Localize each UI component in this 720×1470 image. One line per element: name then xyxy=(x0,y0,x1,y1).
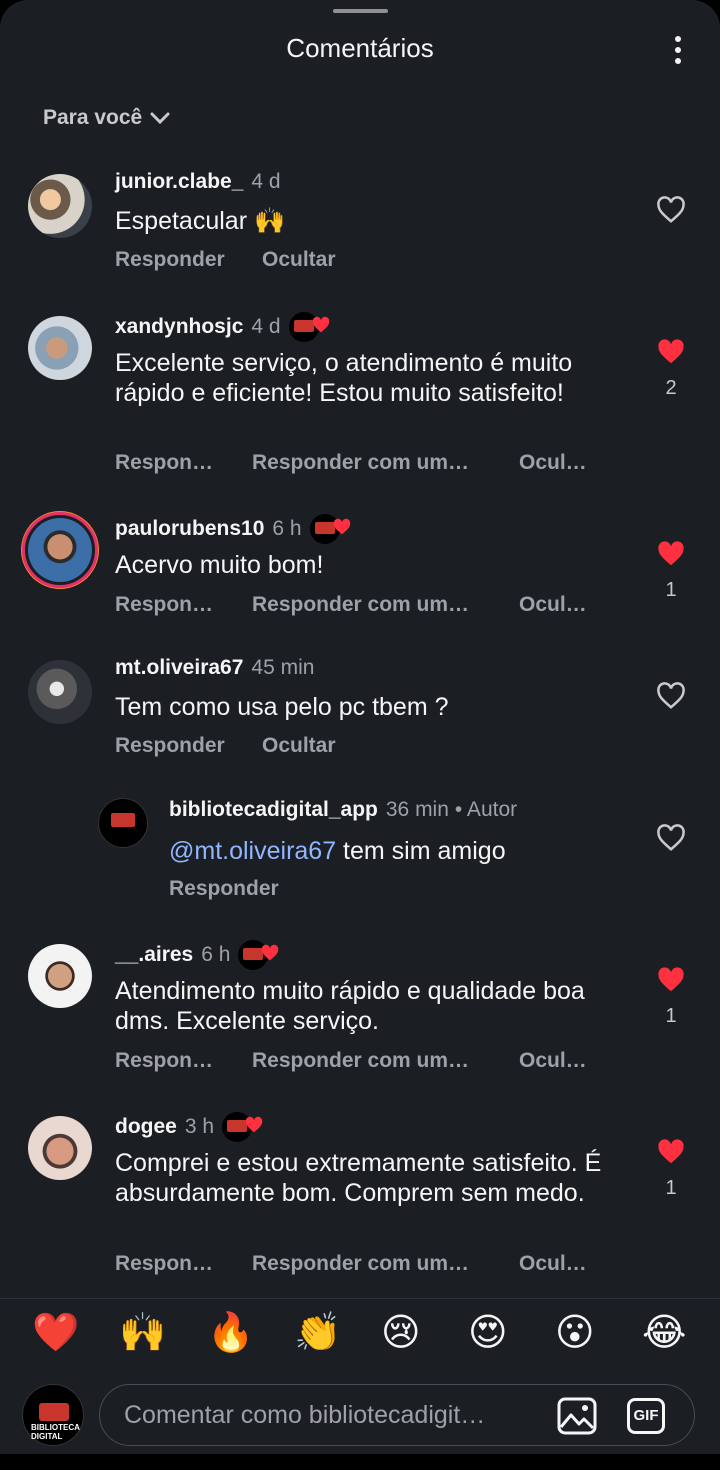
like-button[interactable]: 1 xyxy=(651,540,691,602)
like-button[interactable]: 2 xyxy=(651,338,691,400)
like-button[interactable] xyxy=(651,682,691,715)
hide-button[interactable]: Ocul… xyxy=(519,1049,587,1073)
timestamp: 4 d xyxy=(251,315,281,338)
comment-text: Espetacular 🙌 xyxy=(115,207,286,235)
heart-filled-icon xyxy=(658,1139,684,1164)
liked-by-creator-badge xyxy=(222,1112,270,1142)
heart-icon xyxy=(312,316,329,333)
hide-button[interactable]: Ocultar xyxy=(262,248,336,272)
reply-button[interactable]: Respon… xyxy=(115,593,213,617)
reply-button[interactable]: Respon… xyxy=(115,1252,213,1276)
hide-button[interactable]: Ocul… xyxy=(519,1252,587,1276)
timestamp: 6 h xyxy=(272,517,302,540)
emoji-raised-hands-button[interactable]: 🙌 xyxy=(119,1310,166,1355)
liked-by-creator-badge xyxy=(309,514,358,544)
mention-link[interactable]: @mt.oliveira67 xyxy=(169,837,336,865)
like-button[interactable] xyxy=(651,824,691,857)
liked-by-creator-badge xyxy=(238,940,286,970)
reply-button[interactable]: Respon… xyxy=(115,1049,213,1073)
emoji-surprised-button[interactable]: 😮 xyxy=(555,1310,595,1354)
drag-handle[interactable] xyxy=(333,9,388,13)
avatar[interactable] xyxy=(28,174,92,238)
more-options-icon[interactable] xyxy=(660,28,696,72)
divider xyxy=(0,1298,720,1299)
timestamp: 6 h xyxy=(201,943,231,966)
comment-input[interactable]: Comentar como bibliotecadigit… GIF xyxy=(99,1384,695,1446)
author-label: • Autor xyxy=(454,798,518,821)
username[interactable]: __.aires xyxy=(115,943,193,967)
emoji-laugh-button[interactable]: 😂 xyxy=(642,1310,686,1354)
reply-button[interactable]: Respon… xyxy=(115,451,213,475)
reply-button[interactable]: Responder xyxy=(115,248,225,272)
hide-button[interactable]: Ocul… xyxy=(519,451,587,475)
system-nav-bar xyxy=(0,1454,720,1470)
comment-text: Comprei e estou extremamente satisfeito.… xyxy=(115,1149,602,1207)
like-count: 1 xyxy=(665,1177,677,1199)
reply-button[interactable]: Responder xyxy=(115,734,225,758)
liked-by-creator-badge xyxy=(288,312,337,342)
avatar-logo-text: BIBLIOTECA DIGITAL xyxy=(31,1423,80,1441)
current-user-avatar: BIBLIOTECA DIGITAL xyxy=(22,1384,84,1446)
emoji-cry-button[interactable]: 😢 xyxy=(381,1310,421,1354)
heart-outline-icon xyxy=(657,196,685,223)
reply-text: tem sim amigo xyxy=(336,837,506,865)
gif-button[interactable]: GIF xyxy=(627,1398,665,1434)
heart-filled-icon xyxy=(658,339,684,364)
reply-with-button[interactable]: Responder com um… xyxy=(252,593,469,617)
heart-icon xyxy=(262,944,279,961)
heart-outline-icon xyxy=(657,682,685,709)
hide-button[interactable]: Ocultar xyxy=(262,734,336,758)
reply-with-button[interactable]: Responder com um… xyxy=(252,451,469,475)
page-title: Comentários xyxy=(286,33,434,63)
reply-with-button[interactable]: Responder com um… xyxy=(252,1252,469,1276)
emoji-heart-button[interactable]: ❤️ xyxy=(32,1310,79,1355)
timestamp: 3 h xyxy=(184,1115,215,1138)
comment-text: @mt.oliveira67 tem sim amigo xyxy=(169,836,679,866)
timestamp: 4 d xyxy=(251,170,281,193)
comment-text: Excelente serviço, o atendimento é muito… xyxy=(115,349,573,407)
timestamp: 45 min xyxy=(251,656,315,679)
username[interactable]: mt.oliveira67 xyxy=(115,656,243,680)
like-count: 1 xyxy=(665,579,677,601)
heart-filled-icon xyxy=(658,541,684,566)
like-button[interactable]: 1 xyxy=(651,966,691,1028)
sort-label: Para você xyxy=(43,106,143,129)
username[interactable]: junior.clabe_ xyxy=(115,170,243,194)
avatar[interactable] xyxy=(28,1116,92,1180)
emoji-clap-button[interactable]: 👏 xyxy=(294,1310,341,1355)
username[interactable]: bibliotecadigital_app xyxy=(169,798,378,822)
image-icon[interactable] xyxy=(557,1397,597,1435)
username[interactable]: paulorubens10 xyxy=(115,517,264,541)
comment-placeholder: Comentar como bibliotecadigit… xyxy=(124,1401,486,1429)
heart-icon xyxy=(333,518,350,535)
quick-emoji-bar: ❤️ 🙌 🔥 👏 😢 😍 😮 😂 xyxy=(0,1310,720,1370)
comment-composer: BIBLIOTECA DIGITAL Comentar como bibliot… xyxy=(0,1380,720,1450)
comment-text: Acervo muito bom! xyxy=(115,551,324,579)
username[interactable]: dogee xyxy=(115,1115,177,1139)
like-button[interactable]: 1 xyxy=(651,1138,691,1200)
avatar[interactable] xyxy=(28,944,92,1008)
username[interactable]: xandynhosjc xyxy=(115,315,243,339)
reply-button[interactable]: Responder xyxy=(169,877,279,901)
heart-outline-icon xyxy=(657,824,685,851)
heart-filled-icon xyxy=(658,967,684,992)
like-button[interactable] xyxy=(651,196,691,229)
sort-dropdown[interactable]: Para você xyxy=(43,106,170,130)
like-count: 2 xyxy=(665,377,677,399)
reply-with-button[interactable]: Responder com um… xyxy=(252,1049,469,1073)
avatar-story[interactable] xyxy=(22,512,98,588)
heart-icon xyxy=(245,1116,263,1133)
chevron-down-icon xyxy=(150,112,170,125)
comment-text: Atendimento muito rápido e qualidade boa… xyxy=(115,977,585,1035)
emoji-fire-button[interactable]: 🔥 xyxy=(207,1310,254,1355)
timestamp: 36 min xyxy=(385,798,449,821)
comments-sheet: Comentários Para você junior.clabe_ 4 d E… xyxy=(0,0,720,1470)
avatar[interactable] xyxy=(98,798,148,848)
like-count: 1 xyxy=(665,1005,677,1027)
avatar[interactable] xyxy=(28,660,92,724)
emoji-heart-eyes-button[interactable]: 😍 xyxy=(468,1310,508,1354)
hide-button[interactable]: Ocul… xyxy=(519,593,587,617)
avatar[interactable] xyxy=(28,316,92,380)
comment-text: Tem como usa pelo pc tbem ? xyxy=(115,693,449,721)
